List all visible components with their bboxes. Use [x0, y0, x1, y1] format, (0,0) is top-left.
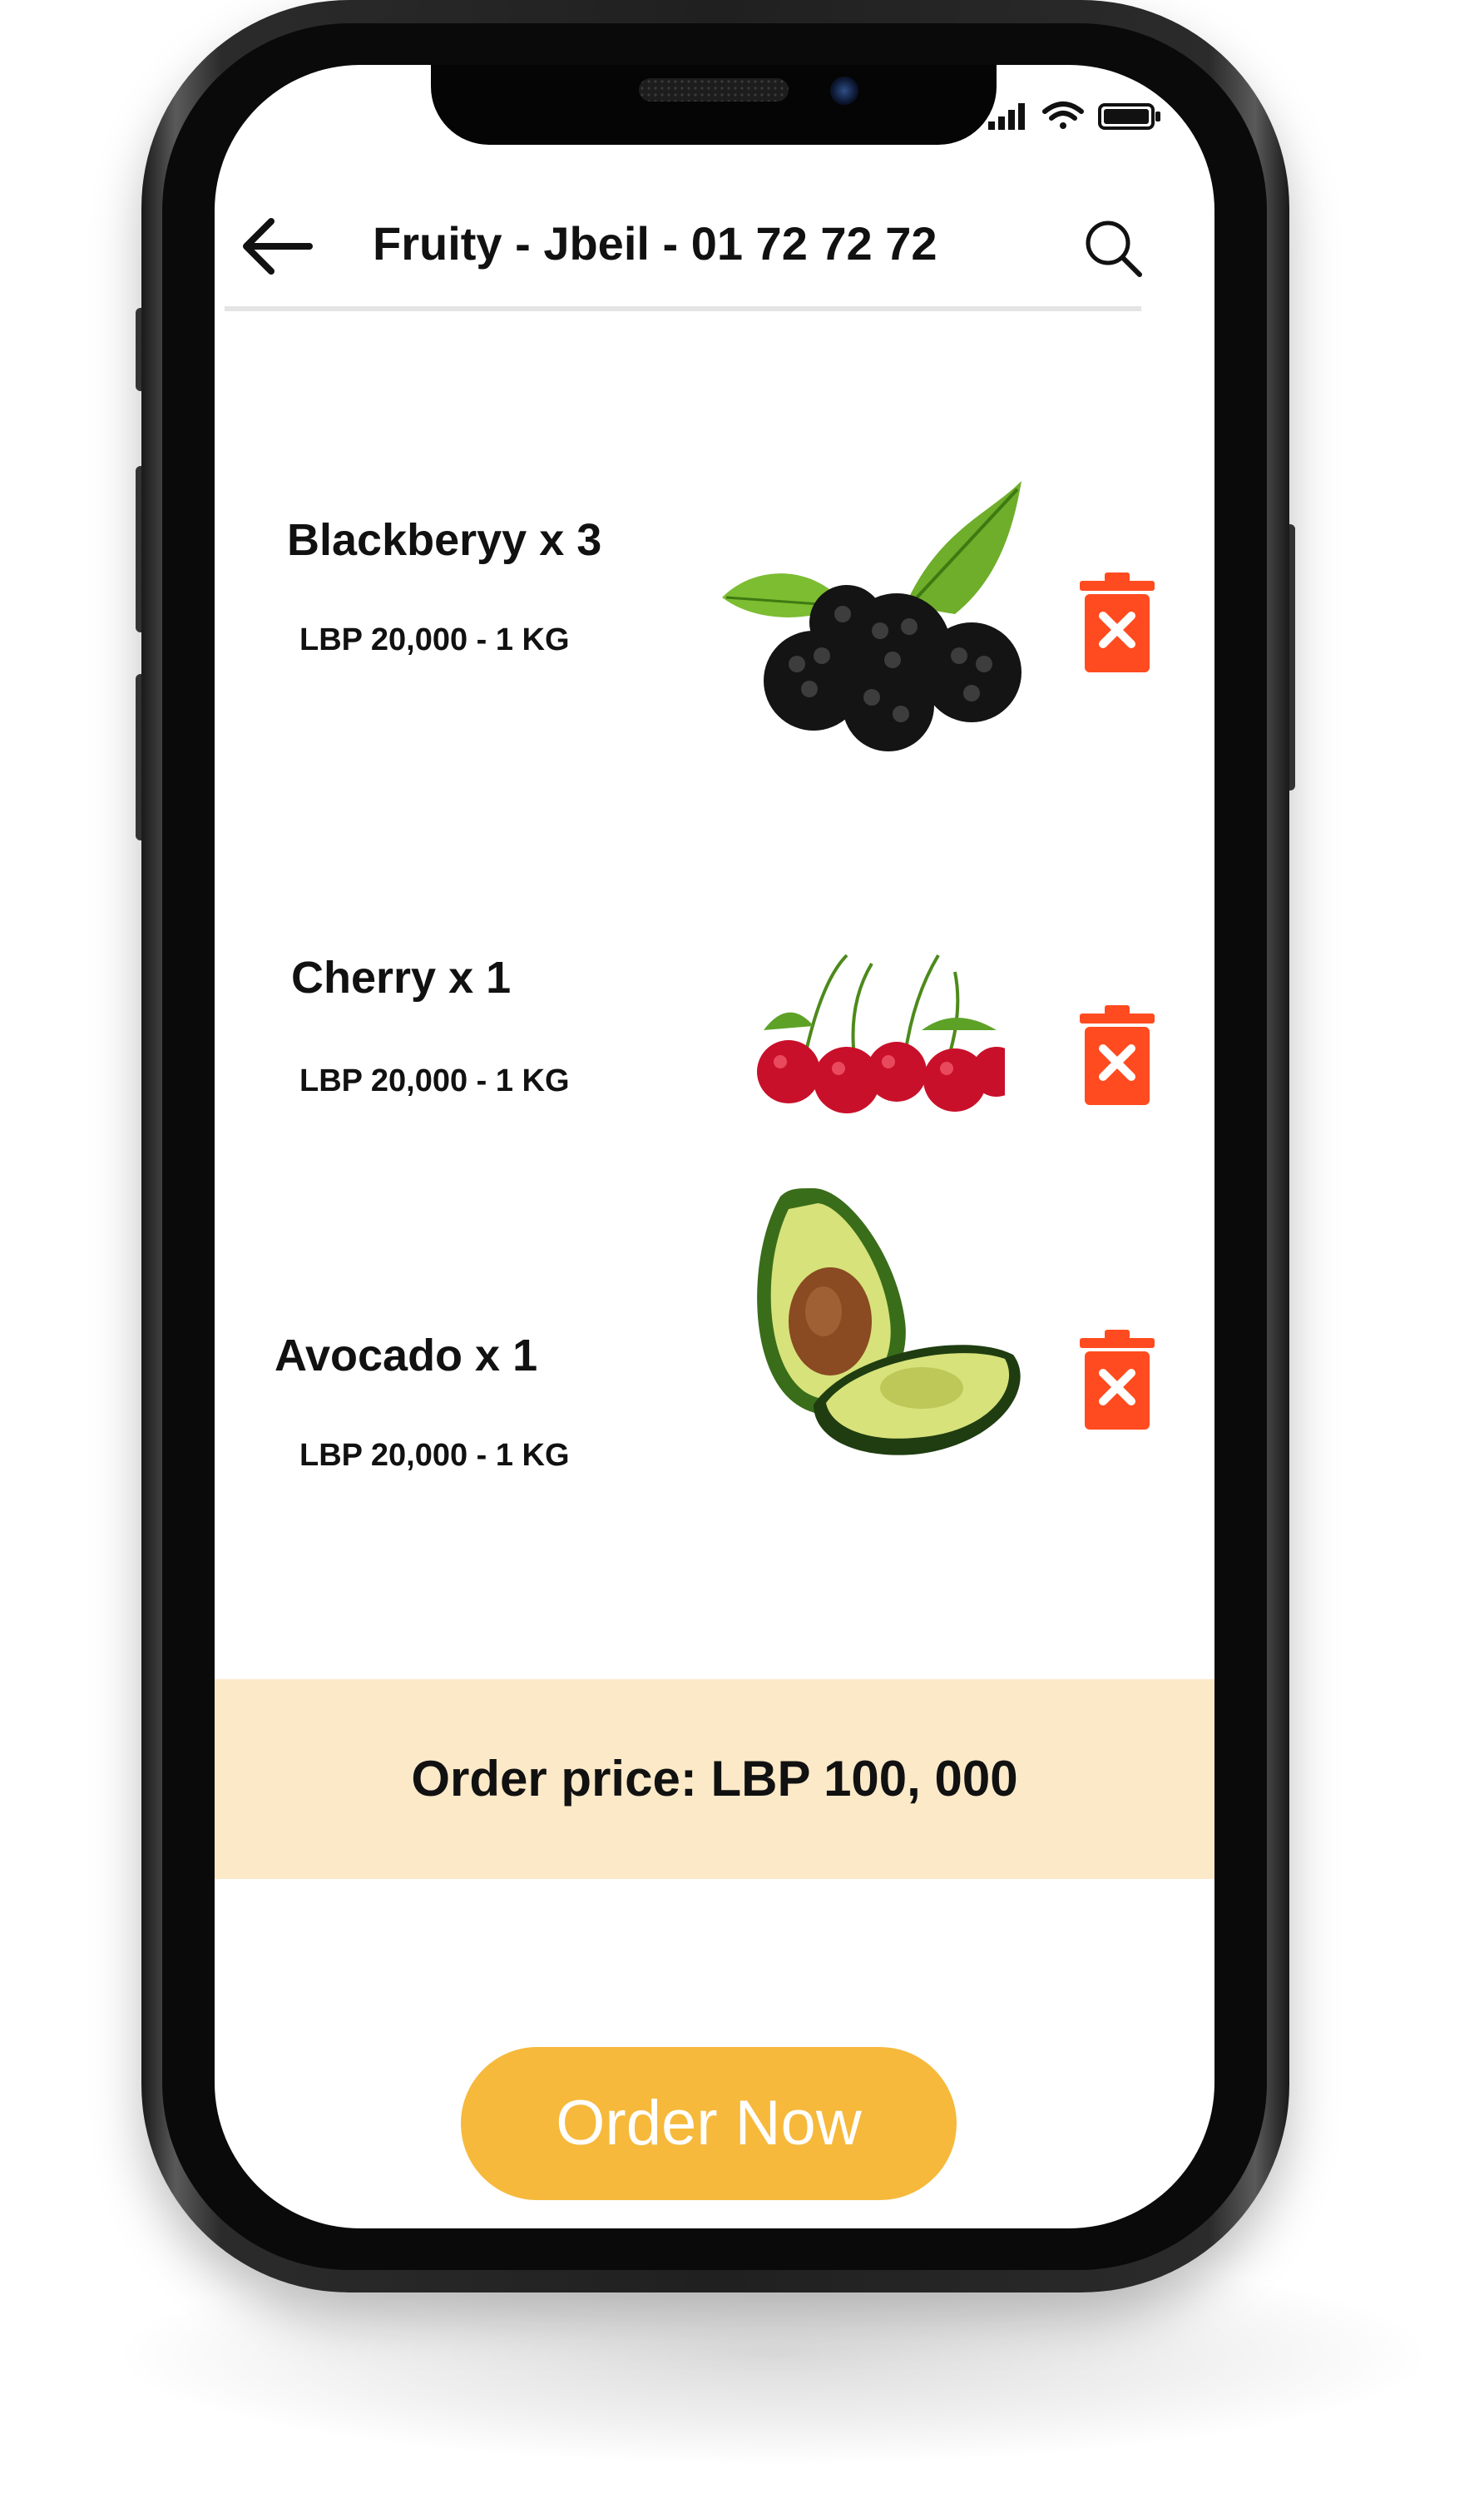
item-price: LBP 20,000 - 1 KG — [299, 1438, 570, 1473]
cart-item: Cherry x 1 LBP 20,000 - 1 KG — [215, 897, 1214, 1147]
trash-icon — [1080, 1330, 1155, 1430]
back-button[interactable] — [238, 213, 313, 280]
item-name: Cherry x 1 — [291, 953, 512, 1003]
trash-icon — [1080, 1005, 1155, 1105]
delete-item-button[interactable] — [1080, 572, 1155, 672]
app-header: Fruity - Jbeil - 01 72 72 72 — [215, 190, 1214, 298]
item-price: LBP 20,000 - 1 KG — [299, 622, 570, 657]
front-camera — [830, 77, 858, 105]
status-bar — [988, 98, 1171, 131]
delete-item-button[interactable] — [1080, 1005, 1155, 1105]
cart-item: Blackberyy x 3 LBP 20,000 - 1 KG — [215, 481, 1214, 830]
cherry-image — [755, 947, 1021, 1113]
signal-icon — [988, 103, 1025, 130]
avocado-image — [747, 1188, 1030, 1463]
blackberry-image — [722, 481, 1055, 756]
header-divider — [225, 306, 1141, 311]
notch — [431, 65, 997, 145]
trash-icon — [1080, 572, 1155, 672]
page-title: Fruity - Jbeil - 01 72 72 72 — [373, 217, 937, 270]
item-name: Avocado x 1 — [275, 1331, 538, 1380]
order-now-button[interactable]: Order Now — [461, 2047, 957, 2200]
item-price: LBP 20,000 - 1 KG — [299, 1063, 570, 1098]
battery-icon — [1098, 103, 1160, 130]
order-summary: Order price: LBP 100, 000 — [215, 1679, 1214, 1879]
delete-item-button[interactable] — [1080, 1330, 1155, 1430]
search-button[interactable] — [1080, 215, 1146, 281]
cart-item: Avocado x 1 LBP 20,000 - 1 KG — [215, 1188, 1214, 1538]
order-total: Order price: LBP 100, 000 — [411, 1751, 1018, 1807]
earpiece-speaker — [639, 78, 789, 102]
arrow-left-icon — [243, 218, 313, 275]
wifi-icon — [1042, 102, 1084, 129]
app-screen: Fruity - Jbeil - 01 72 72 72 Blackberyy … — [215, 65, 1214, 2228]
item-name: Blackberyy x 3 — [287, 515, 602, 565]
search-icon — [1086, 221, 1142, 277]
